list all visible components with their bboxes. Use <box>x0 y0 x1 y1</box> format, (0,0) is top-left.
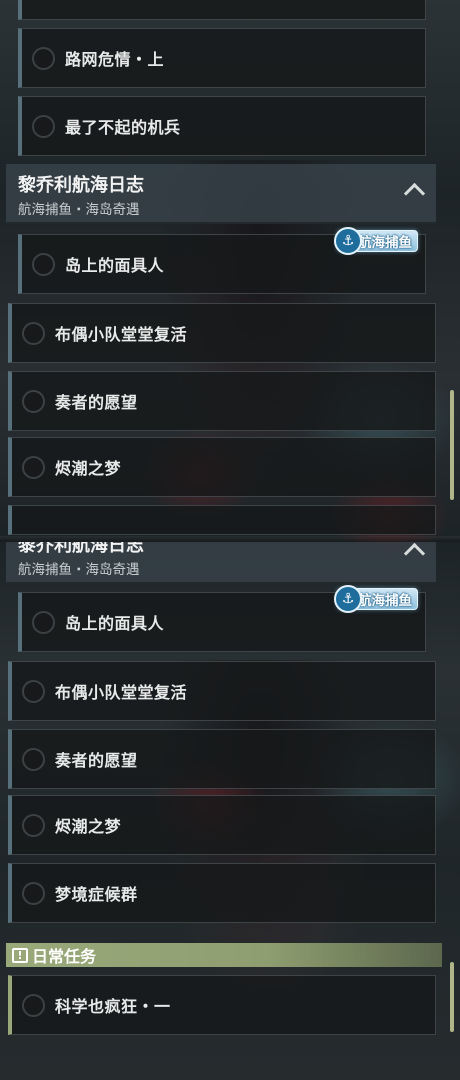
quest-item-cropped[interactable] <box>18 0 426 20</box>
quest-group-header[interactable]: 黎乔利航海日志 航海捕鱼・海岛奇遇 <box>6 164 436 224</box>
checkbox-circle-icon <box>32 46 55 70</box>
chevron-up-icon[interactable] <box>403 542 426 565</box>
exclamation-icon: ! <box>12 947 28 963</box>
quest-label: 布偶小队堂堂复活 <box>55 683 188 702</box>
checkbox-circle-icon <box>22 455 45 479</box>
quest-label: 路网危情・上 <box>65 50 165 69</box>
quest-label: 奏者的愿望 <box>55 393 138 412</box>
quest-item[interactable]: 烬潮之梦 <box>8 437 436 497</box>
checkbox-circle-icon <box>22 813 45 837</box>
checkbox-circle-icon <box>22 993 45 1017</box>
daily-tasks-title: 日常任务 <box>32 947 97 966</box>
checkbox-circle-icon <box>32 114 55 138</box>
daily-tasks-header: ! 日常任务 <box>6 943 442 967</box>
anchor-icon: ⚓ <box>334 585 362 613</box>
panel-divider <box>0 536 460 542</box>
checkbox-circle-icon <box>32 610 55 634</box>
checkbox-circle-icon <box>32 252 55 276</box>
anchor-icon: ⚓ <box>334 227 362 255</box>
quest-label: 岛上的面具人 <box>65 614 165 633</box>
quest-label: 最了不起的机兵 <box>65 118 181 137</box>
quest-label: 科学也疯狂・一 <box>55 997 171 1016</box>
quest-label: 岛上的面具人 <box>65 256 165 275</box>
quest-item[interactable]: 梦境症候群 <box>8 863 436 923</box>
quest-item[interactable]: 最了不起的机兵 <box>18 96 426 156</box>
checkbox-circle-icon <box>22 321 45 345</box>
scrollbar-thumb[interactable] <box>450 390 454 500</box>
group-subtitle: 航海捕鱼・海岛奇遇 <box>18 562 140 578</box>
quest-label: 布偶小队堂堂复活 <box>55 325 188 344</box>
scrollbar-thumb[interactable] <box>450 962 454 1032</box>
quest-label: 奏者的愿望 <box>55 751 138 770</box>
group-title: 黎乔利航海日志 <box>18 175 144 196</box>
chevron-up-icon[interactable] <box>403 182 426 205</box>
quest-label: 烬潮之梦 <box>55 459 122 478</box>
checkbox-circle-icon <box>22 881 45 905</box>
badge-label: 航海捕鱼 <box>358 235 412 251</box>
group-subtitle: 航海捕鱼・海岛奇遇 <box>18 202 140 218</box>
quest-item[interactable]: 路网危情・上 <box>18 28 426 88</box>
quest-label: 梦境症候群 <box>55 885 138 904</box>
fishing-badge: ⚓ 航海捕鱼 <box>334 227 418 255</box>
quest-item[interactable]: 科学也疯狂・一 <box>8 975 436 1035</box>
badge-label: 航海捕鱼 <box>358 593 412 609</box>
quest-item[interactable]: 布偶小队堂堂复活 <box>8 661 436 721</box>
quest-item[interactable]: 奏者的愿望 <box>8 729 436 789</box>
quest-item[interactable]: 烬潮之梦 <box>8 795 436 855</box>
checkbox-circle-icon <box>22 747 45 771</box>
quest-item[interactable]: 布偶小队堂堂复活 <box>8 303 436 363</box>
checkbox-circle-icon <box>22 679 45 703</box>
quest-item-cropped[interactable] <box>8 505 436 535</box>
quest-item[interactable]: 奏者的愿望 <box>8 371 436 431</box>
checkbox-circle-icon <box>22 389 45 413</box>
fishing-badge: ⚓ 航海捕鱼 <box>334 585 418 613</box>
quest-label: 烬潮之梦 <box>55 817 122 836</box>
